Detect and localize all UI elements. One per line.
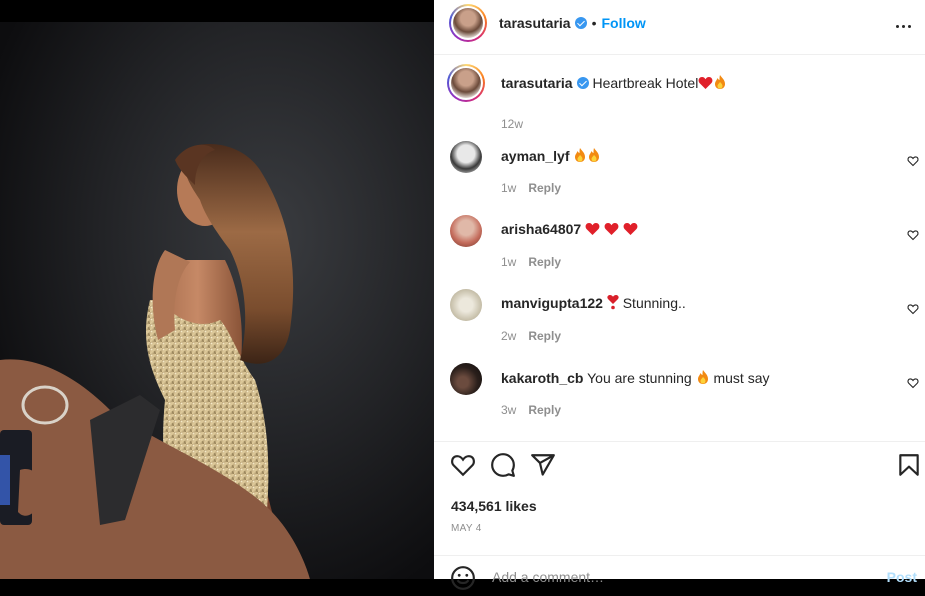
- comment-row: manvigupta122 Stunning.. 2w Reply: [450, 289, 920, 349]
- author-avatar[interactable]: [449, 4, 487, 42]
- comment-username[interactable]: arisha64807: [501, 221, 581, 237]
- comment-username[interactable]: ayman_lyf: [501, 148, 569, 164]
- fire-emoji-icon: [589, 148, 600, 162]
- caption-age: 12w: [501, 117, 524, 131]
- caption-row: tarasutaria Heartbreak Hotel 12w: [447, 64, 920, 131]
- caption-username[interactable]: tarasutaria: [501, 75, 573, 91]
- comment-body-end: must say: [713, 370, 770, 386]
- separator-dot: •: [591, 15, 597, 31]
- verified-badge-icon: [576, 77, 589, 89]
- comments-list[interactable]: tarasutaria Heartbreak Hotel 12w ayman_l…: [434, 55, 925, 442]
- fire-emoji-icon: [697, 370, 708, 384]
- comment-username[interactable]: kakaroth_cb: [501, 370, 583, 386]
- reply-button[interactable]: Reply: [528, 255, 561, 269]
- heart-emoji-icon: [585, 223, 600, 235]
- heart-emoji-icon: [698, 77, 713, 89]
- comment-age: 1w: [501, 255, 517, 269]
- reply-button[interactable]: Reply: [528, 329, 561, 343]
- smiley-icon[interactable]: [450, 565, 476, 591]
- fire-emoji-icon: [575, 148, 586, 162]
- comment-avatar[interactable]: [450, 141, 482, 173]
- post-date: MAY 4: [451, 523, 482, 534]
- comment-age: 2w: [501, 329, 517, 343]
- caption-text-line: tarasutaria Heartbreak Hotel: [501, 74, 727, 91]
- comment-like-heart-icon[interactable]: [907, 303, 919, 315]
- author-username[interactable]: tarasutaria: [499, 15, 571, 31]
- heart-emoji-icon: [623, 223, 638, 235]
- paper-plane-icon[interactable]: [530, 452, 556, 478]
- comment-like-heart-icon[interactable]: [907, 377, 919, 389]
- comment-meta: 3w Reply: [501, 403, 561, 417]
- caption-meta: 12w: [501, 117, 523, 131]
- comment-body-start: You are stunning: [587, 370, 692, 386]
- comment-text-line: arisha64807: [501, 221, 638, 237]
- header-line: tarasutaria • Follow: [499, 15, 646, 33]
- comment-text-line: manvigupta122 Stunning..: [501, 295, 686, 311]
- bookmark-icon[interactable]: [896, 452, 922, 478]
- comment-age: 1w: [501, 181, 517, 195]
- comment-like-heart-icon[interactable]: [907, 229, 919, 241]
- follow-button[interactable]: Follow: [602, 15, 646, 31]
- action-bar: [434, 452, 925, 484]
- more-options-icon[interactable]: [891, 14, 915, 38]
- reply-button[interactable]: Reply: [528, 181, 561, 195]
- comment-meta: 1w Reply: [501, 255, 561, 269]
- comment-text-line: ayman_lyf: [501, 147, 601, 164]
- comment-meta: 2w Reply: [501, 329, 561, 343]
- post-sidebar: tarasutaria • Follow tarasutaria Heartbrea…: [434, 0, 925, 590]
- comment-text-line: kakaroth_cb You are stunning must say: [501, 369, 770, 386]
- caption-text: Heartbreak Hotel: [592, 75, 699, 91]
- reply-button[interactable]: Reply: [528, 403, 561, 417]
- comment-meta: 1w Reply: [501, 181, 561, 195]
- comment-avatar[interactable]: [450, 289, 482, 321]
- heart-emoji-icon: [604, 223, 619, 235]
- post-header: tarasutaria • Follow: [434, 0, 925, 55]
- like-count[interactable]: 434,561 likes: [451, 498, 537, 514]
- comment-avatar[interactable]: [450, 215, 482, 247]
- add-comment-input[interactable]: [490, 568, 854, 586]
- post-comment-button[interactable]: Post: [887, 569, 917, 585]
- verified-badge-icon: [574, 17, 587, 29]
- heart-exclamation-emoji-icon: [607, 295, 619, 310]
- fire-emoji-icon: [715, 75, 726, 89]
- comment-body: Stunning..: [622, 295, 686, 311]
- comment-row: ayman_lyf 1w Reply: [450, 141, 920, 201]
- post-image: [0, 0, 434, 579]
- comment-bubble-icon[interactable]: [490, 452, 516, 478]
- comment-row: arisha64807 1w Reply: [450, 215, 920, 275]
- heart-outline-icon[interactable]: [450, 452, 476, 478]
- comment-age: 3w: [501, 403, 517, 417]
- post-photo[interactable]: [0, 0, 434, 579]
- comment-row: kakaroth_cb You are stunning must say 3w…: [450, 363, 920, 423]
- comment-username[interactable]: manvigupta122: [501, 295, 603, 311]
- comment-like-heart-icon[interactable]: [907, 155, 919, 167]
- add-comment-bar: Post: [434, 555, 925, 596]
- caption-author-avatar[interactable]: [447, 64, 485, 102]
- comment-avatar[interactable]: [450, 363, 482, 395]
